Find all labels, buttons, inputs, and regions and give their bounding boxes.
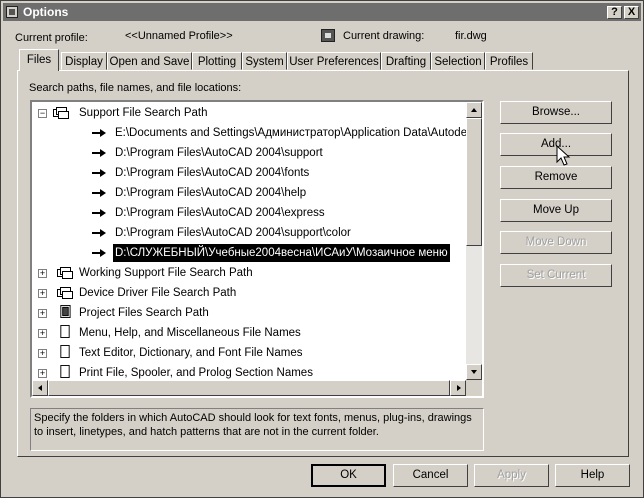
path-label: D:\Program Files\AutoCAD 2004\support (115, 147, 323, 159)
current-drawing-value: fir.dwg (455, 30, 487, 42)
tree-node-label: Text Editor, Dictionary, and Font File N… (79, 347, 303, 359)
arrow-icon (92, 169, 106, 177)
tree-heading: Search paths, file names, and file locat… (29, 82, 242, 94)
help-title-button[interactable]: ? (607, 6, 622, 19)
scroll-up-button[interactable] (466, 102, 482, 118)
arrow-icon (92, 229, 106, 237)
file-tree[interactable]: − Support File Search Path E:\Documents … (30, 100, 484, 398)
remove-button[interactable]: Remove (500, 166, 612, 189)
options-dialog: Options ? X Current profile: <<Unnamed P… (0, 0, 644, 498)
close-button[interactable]: X (624, 6, 639, 19)
current-profile-label: Current profile: (15, 32, 88, 44)
expand-toggle[interactable]: + (38, 289, 47, 298)
cancel-button[interactable]: Cancel (393, 464, 468, 487)
folders-icon (57, 267, 73, 279)
file-icon (60, 325, 70, 338)
path-label: D:\Program Files\AutoCAD 2004\fonts (115, 167, 310, 179)
tab-system[interactable]: System (242, 52, 287, 70)
file-icon (60, 345, 70, 358)
current-drawing-label: Current drawing: (343, 30, 425, 42)
title-bar[interactable]: Options ? X (3, 3, 641, 21)
tree-node-label: Working Support File Search Path (79, 267, 253, 279)
drawing-icon (321, 29, 335, 42)
tree-node-label: Project Files Search Path (79, 307, 209, 319)
tree-node-label: Device Driver File Search Path (79, 287, 237, 299)
expand-toggle[interactable]: + (38, 369, 47, 378)
path-label: D:\СЛУЖЕБНЫЙ\Учебные2004весна\ИСАиУ\Моза… (113, 244, 450, 262)
help-button[interactable]: Help (555, 464, 630, 487)
horizontal-scroll-thumb[interactable] (48, 380, 450, 396)
scroll-down-button[interactable] (466, 364, 482, 380)
ok-button[interactable]: OK (311, 464, 386, 487)
tab-display[interactable]: Display (61, 52, 107, 70)
arrow-icon (92, 129, 106, 137)
tab-open-and-save[interactable]: Open and Save (107, 52, 192, 70)
scroll-right-button[interactable] (450, 380, 466, 396)
mouse-pointer-icon (556, 145, 571, 166)
set-current-button[interactable]: Set Current (500, 264, 612, 287)
tab-profiles[interactable]: Profiles (485, 52, 533, 70)
app-icon (6, 6, 18, 18)
arrow-icon (92, 249, 106, 257)
path-label: D:\Program Files\AutoCAD 2004\support\co… (115, 227, 351, 239)
tab-user-preferences[interactable]: User Preferences (287, 52, 381, 70)
tree-node-support-path[interactable]: − Support File Search Path (32, 104, 472, 122)
project-icon (60, 305, 71, 318)
horizontal-scrollbar[interactable] (32, 380, 466, 396)
tab-selection[interactable]: Selection (431, 52, 485, 70)
path-label: D:\Program Files\AutoCAD 2004\express (115, 207, 325, 219)
scroll-left-button[interactable] (32, 380, 48, 396)
expand-toggle[interactable]: + (38, 269, 47, 278)
tab-drafting[interactable]: Drafting (381, 52, 431, 70)
move-down-button[interactable]: Move Down (500, 231, 612, 254)
collapse-toggle[interactable]: − (38, 109, 47, 118)
path-label: E:\Documents and Settings\Администратор\… (115, 127, 484, 139)
arrow-icon (92, 209, 106, 217)
folders-icon (53, 107, 69, 119)
vertical-scrollbar[interactable] (466, 102, 482, 380)
tree-node-label: Support File Search Path (79, 107, 208, 119)
expand-toggle[interactable]: + (38, 329, 47, 338)
arrow-icon (92, 189, 106, 197)
browse-button[interactable]: Browse... (500, 101, 612, 124)
tree-node-label: Menu, Help, and Miscellaneous File Names (79, 327, 301, 339)
arrow-icon (92, 149, 106, 157)
window-title: Options (23, 5, 69, 19)
vertical-scroll-thumb[interactable] (466, 118, 482, 246)
move-up-button[interactable]: Move Up (500, 199, 612, 222)
current-profile-value: <<Unnamed Profile>> (125, 30, 233, 42)
expand-toggle[interactable]: + (38, 349, 47, 358)
description-box: Specify the folders in which AutoCAD sho… (30, 408, 484, 451)
tab-plotting[interactable]: Plotting (192, 52, 242, 70)
tab-files[interactable]: Files (19, 49, 59, 71)
scroll-corner (466, 380, 482, 396)
path-label: D:\Program Files\AutoCAD 2004\help (115, 187, 307, 199)
file-icon (60, 365, 70, 378)
folders-icon (57, 287, 73, 299)
apply-button[interactable]: Apply (474, 464, 549, 487)
expand-toggle[interactable]: + (38, 309, 47, 318)
